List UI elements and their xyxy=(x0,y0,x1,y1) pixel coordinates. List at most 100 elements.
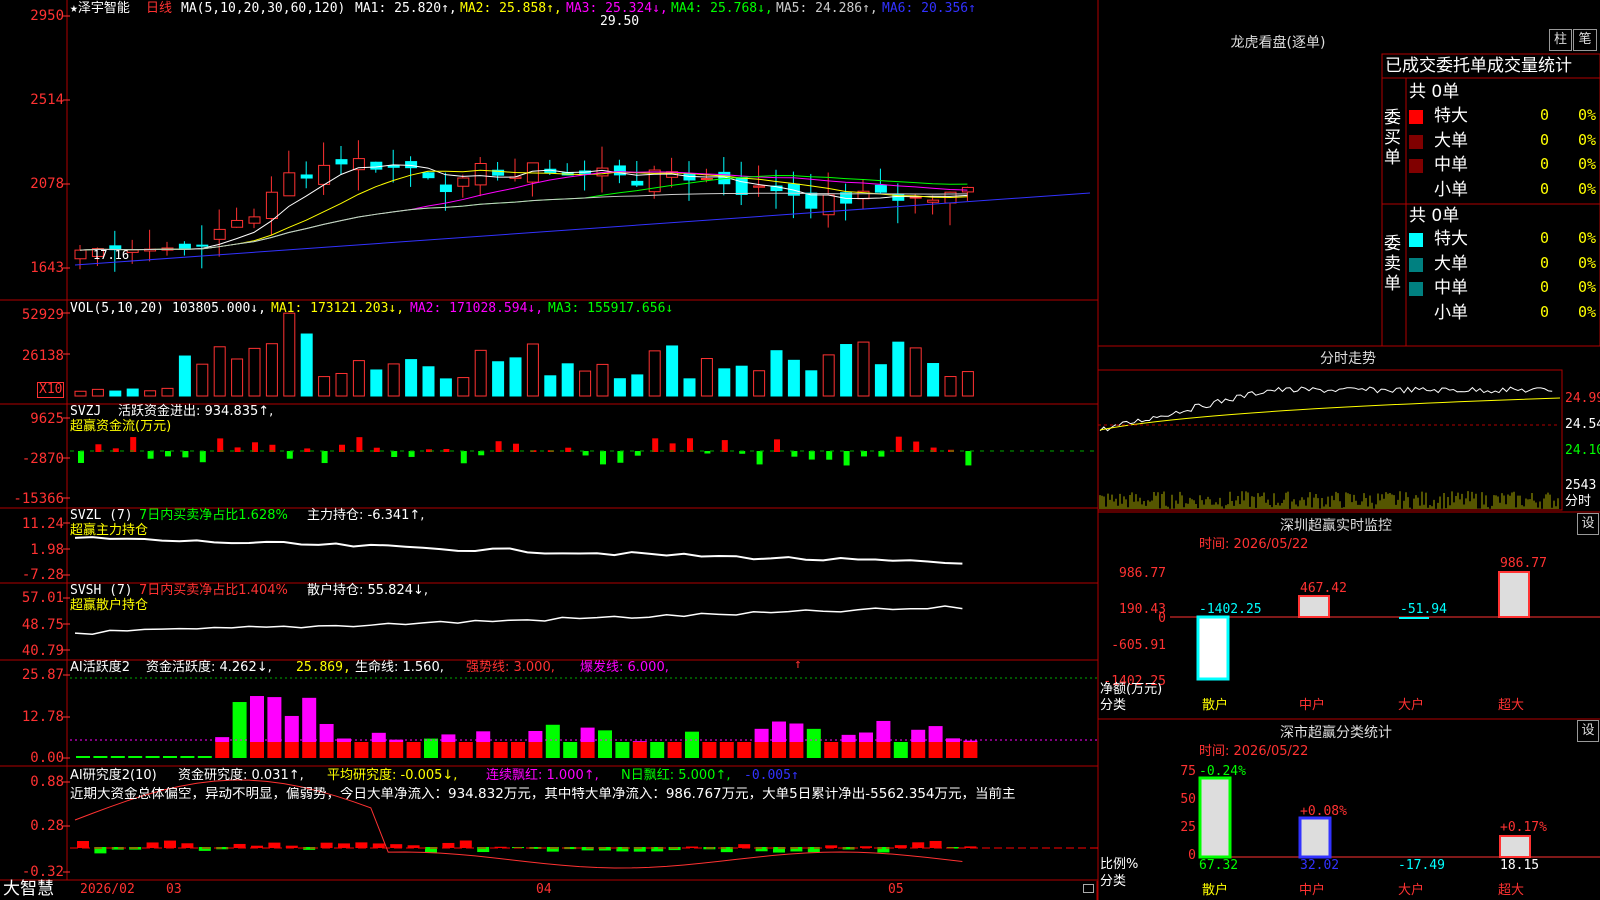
ai-active-base xyxy=(424,742,438,758)
ai-active-bar xyxy=(284,715,299,742)
sell-row-count-1: 0 xyxy=(1540,253,1550,272)
fundflow-bar xyxy=(182,451,189,458)
ai-research-v3: 连续飘红: 1.000↑, xyxy=(486,768,599,783)
ma1-value: MA1: 25.820↑, xyxy=(355,1,457,16)
monitor-y-2: 0 xyxy=(1158,611,1166,626)
candle-body xyxy=(265,191,278,220)
monitor-date: 时间: 2026/05/22 xyxy=(1199,537,1309,552)
ai-active-base xyxy=(841,742,856,758)
svsh-hold: 散户持仓: 55.824↓, xyxy=(307,583,429,598)
fundflow-bar xyxy=(478,451,485,456)
svsh-line xyxy=(74,605,963,636)
candle-body xyxy=(405,161,418,169)
volume-bar xyxy=(648,350,661,397)
monitor-settings-button[interactable]: 设 xyxy=(1577,513,1599,535)
volume-bar xyxy=(613,378,626,397)
y-tick-main-0: 2950 xyxy=(30,8,64,24)
research-bar xyxy=(181,843,194,848)
y-tick-main-1: 2514 xyxy=(30,92,64,108)
class-ylabel-2: 分类 xyxy=(1100,874,1127,889)
ai-active-bar xyxy=(302,697,317,742)
fundflow-bar xyxy=(408,451,415,457)
volume-bar xyxy=(161,387,174,397)
class-bottom-label-1: 32.02 xyxy=(1300,858,1340,873)
candle-body xyxy=(300,174,313,179)
volume-bar xyxy=(805,370,818,397)
sell-row-label-2: 中单 xyxy=(1434,278,1468,298)
bar-view-button[interactable]: 柱 xyxy=(1549,29,1572,51)
ai-active-base xyxy=(928,742,943,758)
ai-active-base xyxy=(859,742,873,758)
sell-swatch-3 xyxy=(1409,306,1423,321)
research-bar xyxy=(372,843,385,848)
volume-bar xyxy=(318,376,331,397)
volume-bar xyxy=(561,363,574,397)
monitor-bar-label-0: -1402.25 xyxy=(1199,602,1262,617)
period-label[interactable]: 日线 xyxy=(146,1,172,16)
y-tick-svzl-2: -7.28 xyxy=(21,567,64,583)
candle-body xyxy=(74,249,87,260)
intraday-vol: 2543 xyxy=(1565,478,1597,493)
fundflow-bar xyxy=(460,451,467,464)
volume-bar xyxy=(265,343,278,397)
candle-body xyxy=(735,176,748,195)
research-bar xyxy=(146,842,159,848)
ai-active-bar xyxy=(963,740,978,742)
buy-total: 共 0单 xyxy=(1409,82,1460,102)
class-ylabel-1: 比例% xyxy=(1100,857,1139,872)
chart-canvas[interactable] xyxy=(0,0,1600,900)
y-tick-main-2: 2078 xyxy=(30,176,64,192)
ai-active-bar xyxy=(215,737,230,742)
ai-active-base xyxy=(458,742,473,758)
y-tick-ai2-1: 0.28 xyxy=(30,818,64,834)
ai-active-base xyxy=(354,742,369,758)
y-tick-svzl-0: 11.24 xyxy=(21,516,64,532)
ai-research-v4: N日飘红: 5.000↑, xyxy=(621,768,731,783)
ai-active-bar xyxy=(267,697,282,742)
fundflow-bar xyxy=(391,451,398,457)
candle-body xyxy=(631,180,644,186)
ai-research-v5: -0.005↑ xyxy=(744,768,799,783)
fundflow-bar xyxy=(356,437,363,452)
ai-active-bar xyxy=(250,696,264,742)
ma6-value: MA6: 20.356↑ xyxy=(882,1,976,16)
volume-bar xyxy=(544,375,557,397)
volume-bar xyxy=(439,378,452,397)
sell-row-label-1: 大单 xyxy=(1434,253,1468,274)
sell-row-pct-1: 0% xyxy=(1578,253,1597,272)
class-cat-2: 大户 xyxy=(1398,883,1425,898)
intraday-title: 分时走势 xyxy=(1320,351,1376,367)
sell-row-count-2: 0 xyxy=(1540,278,1550,296)
y-tick-ai1-2: 0.00 xyxy=(30,750,64,766)
ai-active-base xyxy=(319,742,334,758)
ai-active-bar xyxy=(197,756,212,758)
ai-active-base xyxy=(719,742,734,758)
volume-bar xyxy=(509,357,522,397)
y-tick-vol-1: 26138 xyxy=(21,348,64,364)
volume-bar xyxy=(492,361,505,397)
fundflow-bar xyxy=(234,447,241,452)
volume-bar xyxy=(840,344,853,397)
ai-active-base xyxy=(476,742,491,758)
ai-active-bar xyxy=(110,756,125,758)
lock-icon[interactable] xyxy=(1083,884,1094,893)
bill-view-button[interactable]: 笔 xyxy=(1573,29,1597,51)
sell-row-count-0: 0 xyxy=(1540,229,1550,247)
sell-swatch-0 xyxy=(1409,233,1423,247)
candle-body xyxy=(874,184,887,193)
intraday-price-line xyxy=(1099,386,1553,432)
ai-active-bar xyxy=(76,756,90,758)
fundflow-bar xyxy=(895,436,902,452)
volume-bar xyxy=(422,366,435,397)
fundflow-bar xyxy=(721,440,728,452)
class-bar-super xyxy=(1499,835,1531,858)
buy-row-pct-2: 0% xyxy=(1578,155,1597,173)
monitor-cat-3: 超大 xyxy=(1498,698,1525,713)
ai-active-base xyxy=(772,742,786,758)
y-tick-ai1-0: 25.87 xyxy=(21,667,64,683)
sell-row-label-3: 小单 xyxy=(1434,302,1468,323)
class-settings-button[interactable]: 设 xyxy=(1577,720,1599,742)
fundflow-bar xyxy=(78,451,84,463)
volume-bar xyxy=(770,350,783,397)
fundflow-bar xyxy=(443,448,450,452)
